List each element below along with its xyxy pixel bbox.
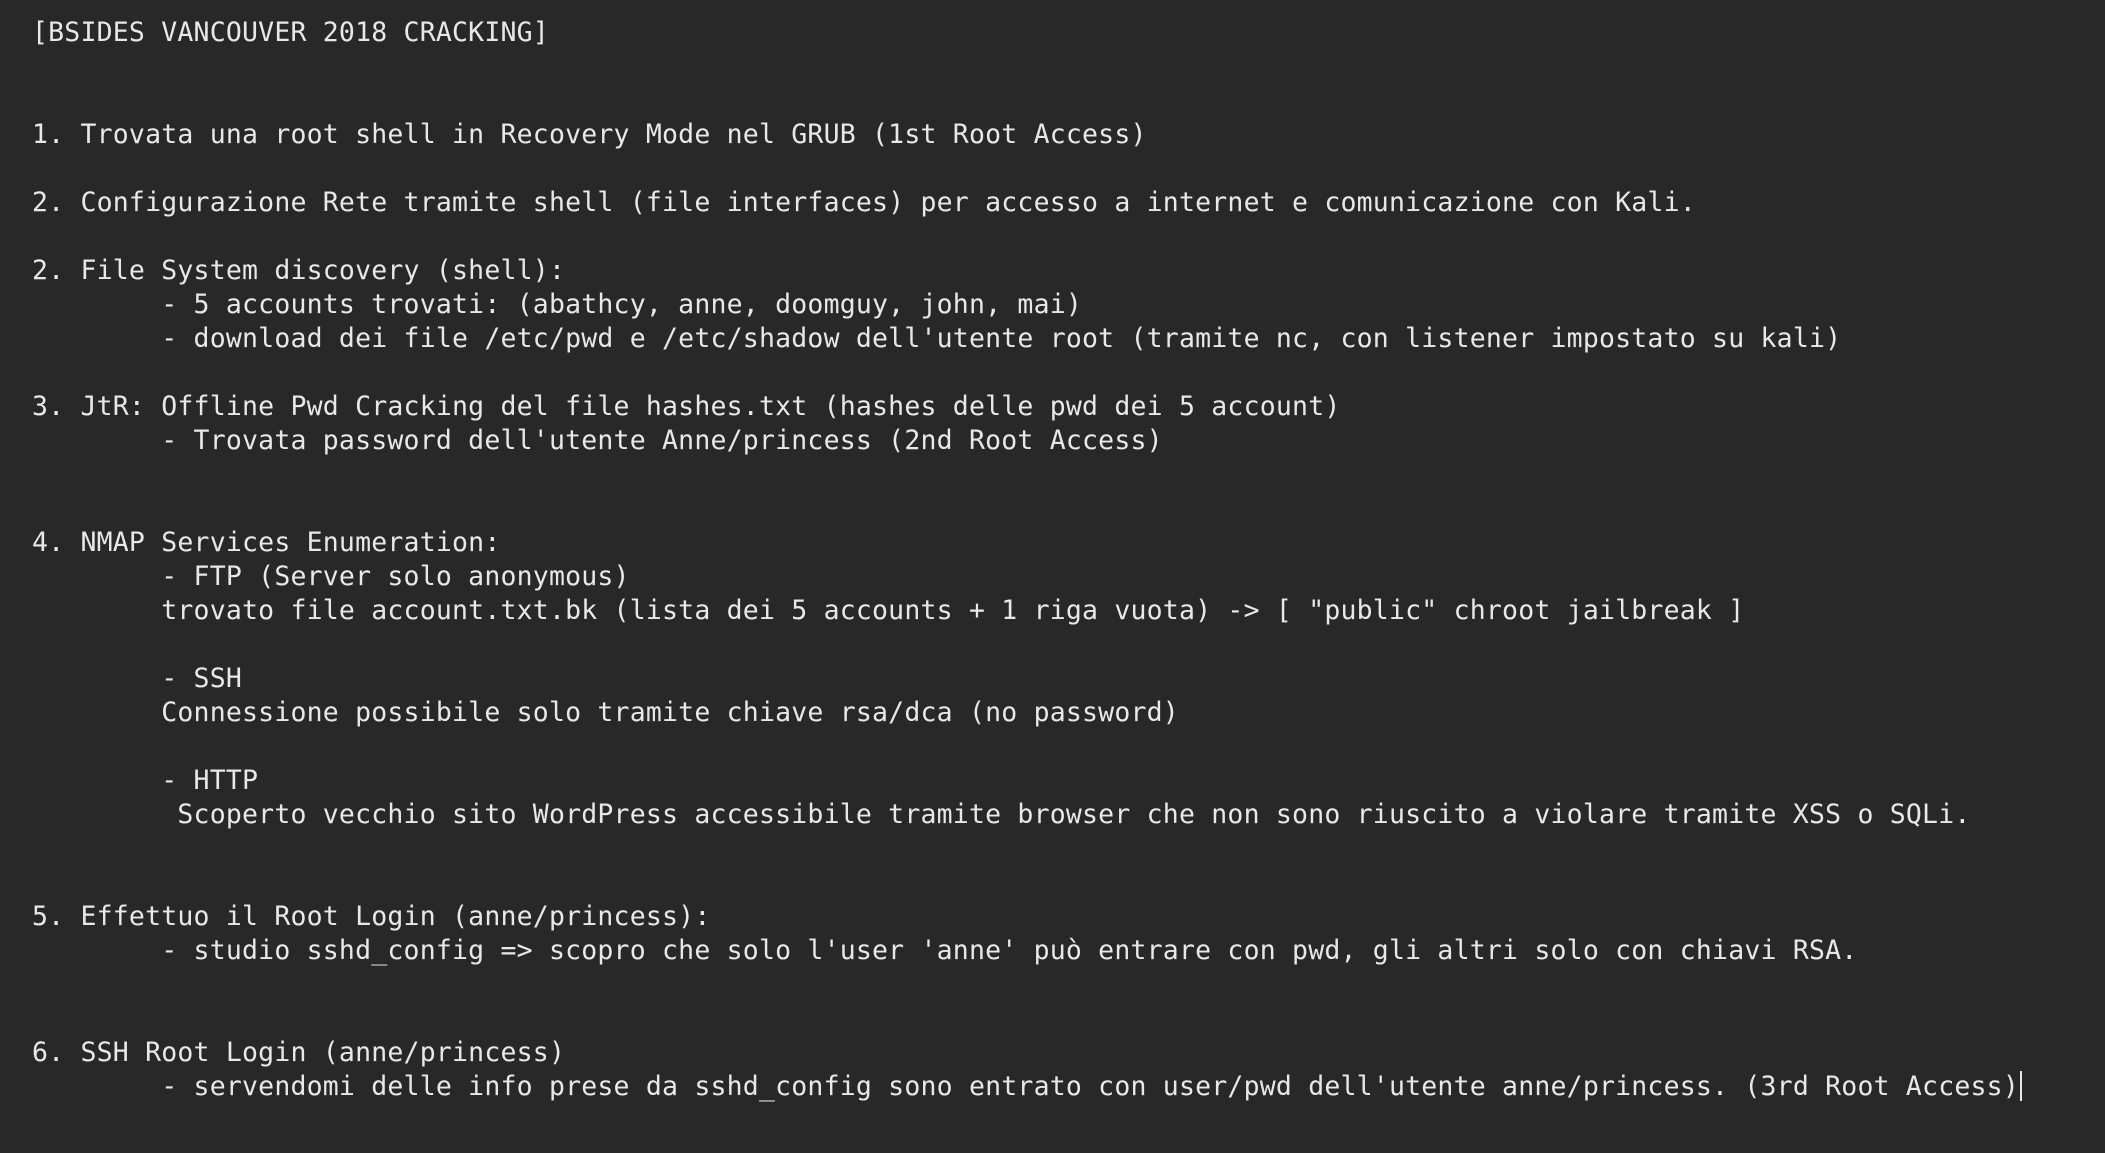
text-line: - SSH xyxy=(32,663,243,694)
text-line: 5. Effettuo il Root Login (anne/princess… xyxy=(32,901,711,932)
text-line xyxy=(32,220,2092,254)
text-line: - HTTP xyxy=(32,765,259,796)
text-line: trovato file account.txt.bk (lista dei 5… xyxy=(32,595,1745,626)
text-editor[interactable]: [BSIDES VANCOUVER 2018 CRACKING] 1. Trov… xyxy=(0,0,2105,1153)
text-line: 2. Configurazione Rete tramite shell (fi… xyxy=(32,187,1696,218)
text-line xyxy=(32,84,2092,118)
text-line: - Trovata password dell'utente Anne/prin… xyxy=(32,425,1163,456)
text-line: 4. NMAP Services Enumeration: xyxy=(32,527,501,558)
text-line xyxy=(32,730,2092,764)
text-cursor xyxy=(2019,1071,2022,1101)
text-area[interactable]: [BSIDES VANCOUVER 2018 CRACKING] 1. Trov… xyxy=(32,16,2092,1141)
text-line xyxy=(32,628,2092,662)
text-line xyxy=(32,356,2092,390)
text-line: Connessione possibile solo tramite chiav… xyxy=(32,697,1179,728)
text-line xyxy=(32,968,2092,1002)
text-line xyxy=(32,866,2092,900)
text-line: 3. JtR: Offline Pwd Cracking del file ha… xyxy=(32,391,1341,422)
text-line xyxy=(32,152,2092,186)
text-line: - 5 accounts trovati: (abathcy, anne, do… xyxy=(32,289,1083,320)
text-line xyxy=(32,458,2092,492)
text-line-last: - servendomi delle info prese da sshd_co… xyxy=(32,1070,2092,1104)
text-line: - FTP (Server solo anonymous) xyxy=(32,561,630,592)
text-line: Scoperto vecchio sito WordPress accessib… xyxy=(32,799,1971,830)
text-line: 6. SSH Root Login (anne/princess) xyxy=(32,1037,566,1068)
text-line: - studio sshd_config => scopro che solo … xyxy=(32,935,1858,966)
text-line: [BSIDES VANCOUVER 2018 CRACKING] xyxy=(32,17,549,48)
text-line xyxy=(32,1002,2092,1036)
text-line xyxy=(32,50,2092,84)
text-line: 2. File System discovery (shell): xyxy=(32,255,566,286)
text-line: - download dei file /etc/pwd e /etc/shad… xyxy=(32,323,1842,354)
text-line xyxy=(32,832,2092,866)
text-line: 1. Trovata una root shell in Recovery Mo… xyxy=(32,119,1147,150)
last-line-text: - servendomi delle info prese da sshd_co… xyxy=(32,1071,2019,1102)
text-line xyxy=(32,492,2092,526)
